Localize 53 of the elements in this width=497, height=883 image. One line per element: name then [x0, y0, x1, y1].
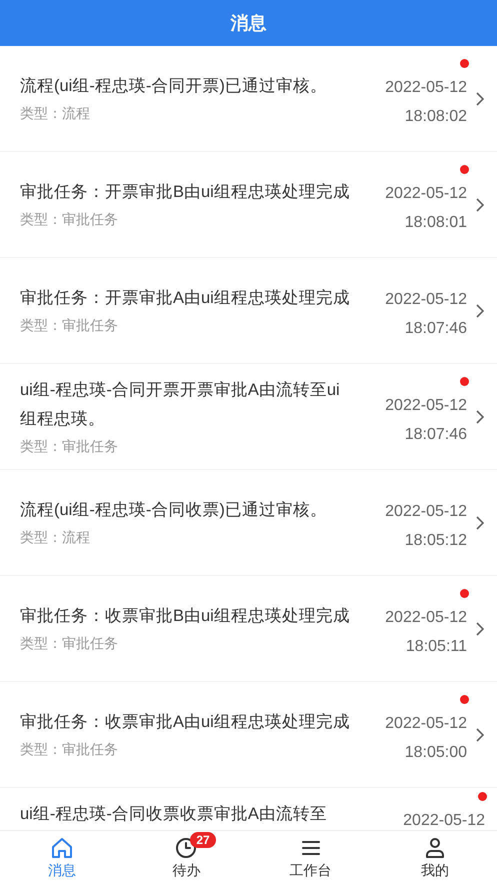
message-date: 2022-05-12	[403, 811, 485, 830]
message-title: ui组-程忠瑛-合同开票开票审批A由流转至ui组程忠瑛。	[20, 380, 341, 430]
tab-button[interactable]: 消息	[0, 831, 124, 883]
message-title: 审批任务：开票审批A由ui组程忠瑛处理完成	[20, 288, 350, 309]
chevron-right-icon	[475, 726, 485, 742]
message-title: 审批任务：收票审批A由ui组程忠瑛处理完成	[20, 712, 350, 733]
message-type: 类型：流程	[20, 104, 91, 123]
message-item[interactable]: ui组-程忠瑛-合同开票开票审批A由流转至ui组程忠瑛。 类型：审批任务 2022-05-12 18:07:46	[0, 364, 497, 469]
message-item[interactable]: 审批任务：收票审批B由ui组程忠瑛处理完成 类型：审批任务 2022-05-12 18:05:11	[0, 576, 497, 681]
chevron-right-icon	[475, 302, 485, 318]
message-item[interactable]: 审批任务：收票审批A由ui组程忠瑛处理完成 类型：审批任务 2022-05-12 18:05:00	[0, 682, 497, 787]
chevron-right-icon	[475, 90, 485, 106]
message-item[interactable]: 审批任务：开票审批B由ui组程忠瑛处理完成 类型：审批任务 2022-05-12 18:08:01	[0, 152, 497, 257]
message-date: 2022-05-12	[385, 78, 467, 98]
message-type: 类型：流程	[20, 528, 91, 547]
message-date: 2022-05-12	[385, 608, 467, 628]
message-type: 类型：审批任务	[20, 436, 119, 456]
message-type: 类型：审批任务	[20, 316, 119, 335]
message-date: 2022-05-12	[385, 290, 467, 310]
message-title: 流程(ui组-程忠瑛-合同收票)已通过审核。	[20, 500, 328, 521]
count-badge: 27	[190, 832, 216, 848]
message-title: 流程(ui组-程忠瑛-合同开票)已通过审核。	[20, 76, 328, 97]
chevron-right-icon	[475, 196, 485, 212]
tab-button[interactable]: 工作台	[248, 831, 373, 883]
tab-button[interactable]: 我的	[372, 831, 497, 883]
message-date: 2022-05-12	[385, 714, 467, 734]
message-type: 类型：审批任务	[20, 740, 119, 759]
message-time: 18:05:00	[404, 742, 467, 762]
message-date: 2022-05-12	[385, 184, 467, 204]
home-icon	[50, 836, 74, 860]
message-title: ui组-程忠瑛-合同收票收票审批A由流转至	[20, 804, 328, 825]
chevron-right-icon	[475, 620, 485, 636]
message-time: 18:07:46	[404, 318, 467, 338]
message-item[interactable]: 审批任务：开票审批A由ui组程忠瑛处理完成 类型：审批任务 2022-05-12 18:07:46	[0, 258, 497, 363]
chevron-right-icon	[475, 514, 485, 530]
message-time: 18:05:12	[404, 530, 467, 550]
message-date: 2022-05-12	[385, 396, 467, 416]
message-title: 审批任务：收票审批B由ui组程忠瑛处理完成	[20, 606, 350, 627]
page-title: 消息	[230, 12, 266, 34]
message-item[interactable]: 流程(ui组-程忠瑛-合同收票)已通过审核。 类型：流程 2022-05-12 18:05:12	[0, 470, 497, 575]
message-time: 18:08:01	[404, 212, 467, 232]
message-time: 18:08:02	[404, 106, 467, 126]
message-title: 审批任务：开票审批B由ui组程忠瑛处理完成	[20, 182, 350, 203]
tab-button[interactable]: 27 待办	[124, 831, 248, 883]
message-time: 18:07:46	[404, 424, 467, 444]
message-type: 类型：审批任务	[20, 634, 119, 653]
message-item[interactable]: 流程(ui组-程忠瑛-合同开票)已通过审核。 类型：流程 2022-05-12 18:08:02	[0, 46, 497, 151]
message-date: 2022-05-12	[385, 502, 467, 522]
chevron-right-icon	[475, 408, 485, 424]
message-type: 类型：审批任务	[20, 210, 119, 229]
clock-icon	[174, 836, 198, 860]
message-time: 18:05:11	[406, 636, 467, 656]
message-item[interactable]: ui组-程忠瑛-合同收票收票审批A由流转至 2022-05-12	[0, 788, 497, 830]
